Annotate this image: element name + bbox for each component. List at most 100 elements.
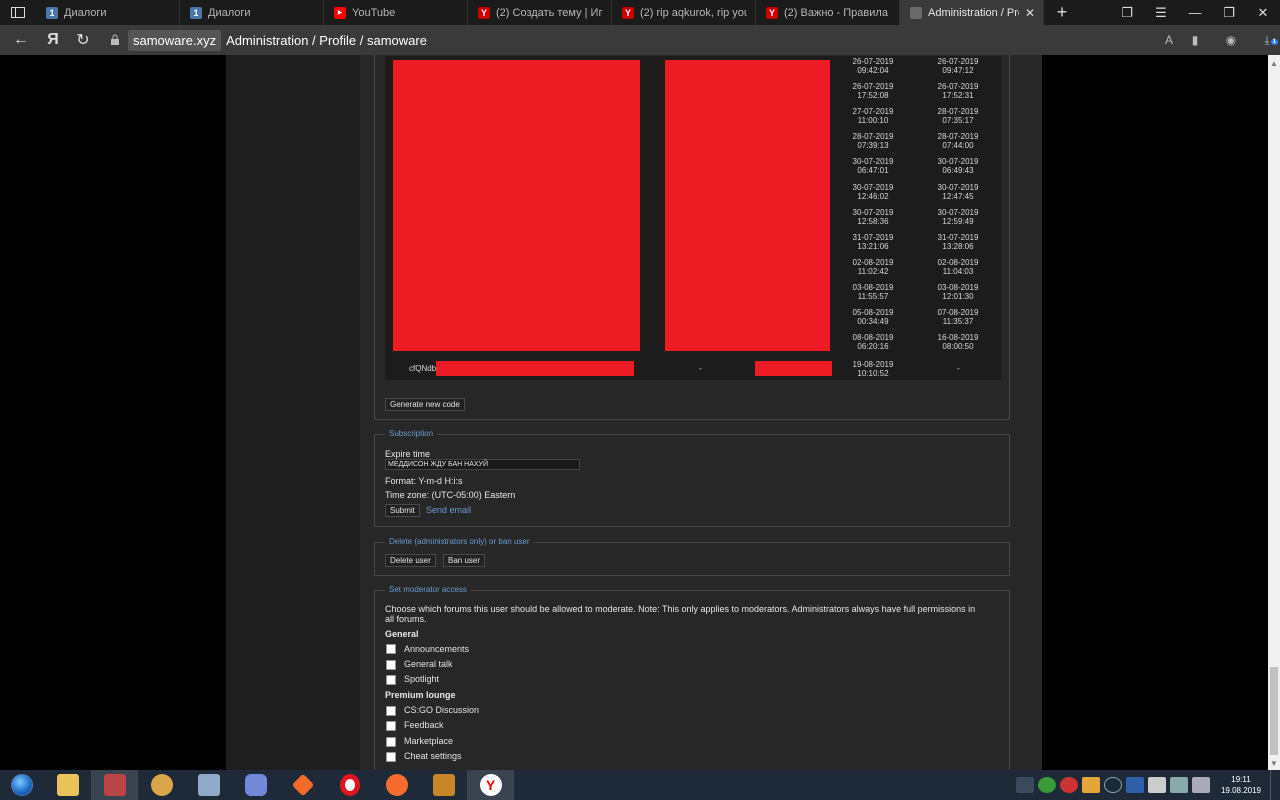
yandex-logo-icon[interactable]: Я bbox=[38, 25, 68, 55]
tab-6-active[interactable]: Administration / Profile ✕ bbox=[900, 0, 1044, 25]
tab-title: Administration / Profile bbox=[928, 6, 1019, 19]
format-text: Format: Y-m-d H:i:s bbox=[385, 476, 463, 486]
scroll-down-icon[interactable]: ▼ bbox=[1268, 757, 1280, 769]
redacted-block bbox=[665, 60, 830, 351]
delete-ban-panel: Delete (administrators only) or ban user… bbox=[374, 536, 1010, 576]
palette-icon bbox=[150, 774, 173, 796]
forum-label: Announcements bbox=[404, 644, 470, 654]
bookmark-icon[interactable]: ▮ bbox=[1182, 33, 1208, 47]
taskbar-paint[interactable] bbox=[91, 770, 138, 800]
yandex-browser-icon: Y bbox=[479, 774, 502, 796]
checkbox-feedback[interactable] bbox=[386, 721, 396, 731]
send-email-link[interactable]: Send email bbox=[426, 505, 471, 515]
expire-time-input[interactable]: МЕДДИСОН ЖДУ БАН НАХУЙ bbox=[385, 459, 580, 470]
clock-time: 19:11 bbox=[1231, 775, 1251, 784]
checkbox-general-talk[interactable] bbox=[386, 660, 396, 670]
checkbox-marketplace[interactable] bbox=[386, 737, 396, 747]
tab-title: (2) Создать тему | Игров bbox=[496, 6, 603, 19]
tray-arrow-icon[interactable] bbox=[1016, 777, 1034, 793]
volume-icon[interactable] bbox=[1192, 777, 1210, 793]
address-bar: ← Я ↻ samoware.xyz Administration / Prof… bbox=[0, 25, 1280, 55]
tab-5[interactable]: Y (2) Важно - Правила про bbox=[756, 0, 900, 25]
sidebar-icon bbox=[11, 7, 25, 18]
forum-label: Spotlight bbox=[404, 674, 440, 684]
gamepad-icon[interactable]: ◉ bbox=[1208, 33, 1254, 47]
checkbox-spotlight[interactable] bbox=[386, 675, 396, 685]
maximize-icon[interactable]: ❐ bbox=[1212, 0, 1246, 25]
taskbar-yandex-browser[interactable]: Y bbox=[467, 770, 514, 800]
url-domain: samoware.xyz bbox=[128, 29, 222, 51]
download-icon[interactable]: ⤓ 1 bbox=[1254, 33, 1280, 48]
tab-3[interactable]: Y (2) Создать тему | Игров bbox=[468, 0, 612, 25]
moderator-description: Choose which forums this user should be … bbox=[385, 604, 976, 624]
minimize-icon[interactable]: — bbox=[1178, 0, 1212, 25]
expire-date-cell: 16-08-2019 08:00:50 bbox=[937, 333, 979, 352]
expire-date-cell: 26-07-2019 17:52:31 bbox=[937, 82, 979, 101]
tab-list-icon[interactable]: ❐ bbox=[1110, 0, 1144, 25]
submit-button[interactable]: Submit bbox=[385, 504, 420, 517]
expire-date-cell: 30-07-2019 06:49:43 bbox=[937, 157, 979, 176]
redeem-date-cell: 05-08-2019 00:34:49 bbox=[852, 308, 894, 326]
expire-date-cell: 02-08-2019 11:04:03 bbox=[937, 257, 979, 276]
translate-icon[interactable]: A bbox=[1156, 33, 1182, 47]
scroll-up-icon[interactable]: ▲ bbox=[1268, 57, 1280, 69]
taskbar-calculator[interactable] bbox=[185, 770, 232, 800]
new-tab-button[interactable]: + bbox=[1044, 0, 1080, 25]
expire-time-label: Expire time bbox=[385, 449, 431, 459]
tab-2[interactable]: ▶ YouTube bbox=[324, 0, 468, 25]
redeem-date-cell: 03-08-2019 11:55:57 bbox=[852, 282, 894, 301]
discord-icon bbox=[244, 774, 267, 796]
redeem-date-cell: 30-07-2019 12:46:02 bbox=[852, 182, 894, 201]
tray-app-icon[interactable] bbox=[1148, 777, 1166, 793]
network-icon[interactable] bbox=[1170, 777, 1188, 793]
tray-app-icon[interactable] bbox=[1038, 777, 1056, 793]
taskbar-discord[interactable] bbox=[232, 770, 279, 800]
tab-4[interactable]: Y (2) rip aqkurok, rip youga bbox=[612, 0, 756, 25]
taskbar-paint2[interactable] bbox=[138, 770, 185, 800]
redeem-date-cell: 02-08-2019 11:02:42 bbox=[852, 257, 894, 276]
back-arrow-icon[interactable]: ← bbox=[6, 25, 36, 55]
opera-icon bbox=[339, 774, 360, 796]
steam-icon[interactable] bbox=[1104, 777, 1122, 793]
url-path: Administration / Profile / samoware bbox=[226, 32, 427, 48]
reload-icon[interactable]: ↻ bbox=[68, 25, 98, 55]
scroll-thumb[interactable] bbox=[1270, 667, 1278, 755]
page-scrollbar[interactable]: ▲ ▼ bbox=[1268, 55, 1280, 770]
show-desktop-button[interactable] bbox=[1270, 770, 1280, 800]
menu-icon[interactable]: ☰ bbox=[1144, 0, 1178, 25]
tray-app-icon[interactable] bbox=[1060, 777, 1078, 793]
subscription-legend: Subscription bbox=[385, 428, 438, 440]
delete-ban-legend: Delete (administrators only) or ban user bbox=[385, 536, 534, 548]
delete-user-button[interactable]: Delete user bbox=[385, 554, 436, 567]
expire-date-cell: 07-08-2019 11:35:37 bbox=[937, 308, 979, 326]
tab-title: Диалоги bbox=[64, 6, 107, 19]
url-field[interactable]: samoware.xyz Administration / Profile / … bbox=[106, 28, 1206, 52]
ban-user-button[interactable]: Ban user bbox=[443, 554, 486, 567]
taskbar-app-orange[interactable] bbox=[279, 770, 326, 800]
tab-title: Диалоги bbox=[208, 6, 251, 19]
close-window-icon[interactable]: ✕ bbox=[1246, 0, 1280, 25]
redeem-date-cell: 30-07-2019 06:47:01 bbox=[852, 157, 894, 176]
sidebar-toggle-button[interactable] bbox=[0, 0, 36, 25]
checkbox-cheat-settings[interactable] bbox=[386, 752, 396, 762]
checkbox-announcements[interactable] bbox=[386, 644, 396, 654]
redeem-date-cell: 26-07-2019 09:42:04 bbox=[852, 57, 894, 75]
taskbar-origin[interactable] bbox=[373, 770, 420, 800]
start-button[interactable] bbox=[0, 770, 44, 800]
system-clock[interactable]: 19:11 19.08.2019 bbox=[1212, 774, 1270, 796]
forum-label: Cheat settings bbox=[404, 751, 462, 761]
address-bar-actions: A ▮ ◉ ⤓ 1 bbox=[1156, 25, 1280, 55]
tab-1[interactable]: 1 Диалоги bbox=[180, 0, 324, 25]
main-content: 26-07-2019 09:42:04 26-07-2019 09:47:12 26-0… bbox=[360, 55, 1042, 770]
close-tab-icon[interactable]: ✕ bbox=[1025, 6, 1035, 20]
tray-app-icon[interactable] bbox=[1082, 777, 1100, 793]
taskbar-explorer[interactable] bbox=[44, 770, 91, 800]
generate-code-button[interactable]: Generate new code bbox=[385, 398, 465, 411]
tab-0[interactable]: 1 Диалоги bbox=[36, 0, 180, 25]
forum-label: General talk bbox=[404, 659, 453, 669]
yandex-icon: Y bbox=[622, 6, 634, 19]
checkbox-csgo-discussion[interactable] bbox=[386, 706, 396, 716]
taskbar-opera[interactable] bbox=[326, 770, 373, 800]
taskbar-csgo[interactable] bbox=[420, 770, 467, 800]
bluetooth-icon[interactable] bbox=[1126, 777, 1144, 793]
